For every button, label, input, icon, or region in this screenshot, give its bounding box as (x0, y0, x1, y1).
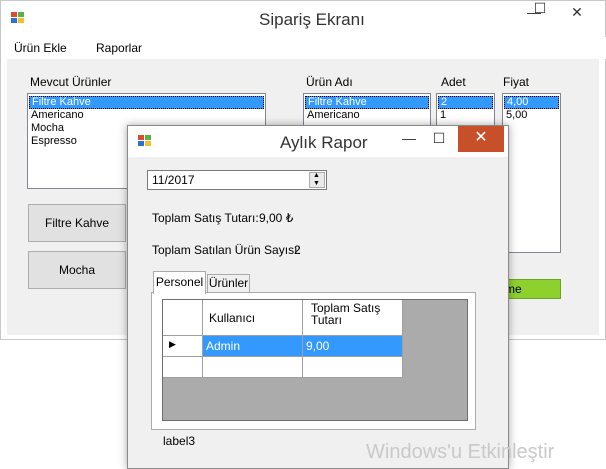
list-item[interactable]: 2 (438, 96, 493, 109)
menu-raporlar[interactable]: Raporlar (96, 37, 142, 59)
maximize-button[interactable]: ☐ (527, 0, 553, 19)
current-row-arrow-icon: ▶ (169, 339, 176, 349)
total-sales-value: 9,00 ₺ (259, 211, 294, 225)
close-button[interactable]: ✕ (564, 3, 590, 23)
popup-title-bar[interactable]: Aylık Rapor — ☐ ✕ (128, 126, 508, 157)
fiyat-list[interactable]: 4,00 5,00 (502, 93, 561, 253)
close-button[interactable]: ✕ (458, 126, 504, 152)
grid-cell-text: Admin (206, 339, 241, 353)
list-item[interactable]: Americano (28, 109, 265, 122)
mevcut-urunler-label: Mevcut Ürünler (30, 75, 112, 89)
total-count-label: Toplam Satılan Ürün Sayısı: (152, 243, 301, 257)
grid-corner-cell (163, 300, 203, 336)
minimize-button[interactable]: — (396, 129, 422, 149)
grid-header-toplam[interactable]: Toplam Satış Tutarı (303, 300, 403, 336)
main-title-bar[interactable]: Sipariş Ekranı — ☐ ✕ (1, 0, 605, 37)
grid-cell[interactable] (303, 357, 403, 378)
list-item[interactable]: 1 (437, 109, 494, 122)
column-header: Toplam Satış Tutarı (311, 301, 381, 327)
personel-grid[interactable]: Kullanıcı Toplam Satış Tutarı ▶ Admin 9,… (162, 299, 468, 421)
row-header-cell[interactable]: ▶ (163, 336, 203, 357)
month-picker-value: 11/2017 (152, 173, 195, 187)
list-item[interactable]: 4,00 (504, 96, 559, 109)
adet-label: Adet (441, 75, 466, 89)
column-header: Kullanıcı (209, 311, 256, 325)
grid-cell[interactable]: 9,00 (303, 336, 403, 357)
list-item[interactable]: Filtre Kahve (29, 96, 264, 109)
fiyat-label: Fiyat (503, 75, 530, 89)
spin-down-icon[interactable]: ▼ (313, 180, 320, 187)
activation-watermark: Windows'u Etkinleştir (366, 441, 555, 463)
main-window-title: Sipariş Ekranı (259, 10, 365, 29)
app-icon (11, 12, 25, 24)
spin-up-icon[interactable]: ▲ (313, 172, 320, 179)
aylik-rapor-window: Aylık Rapor — ☐ ✕ 11/2017 ▲ ▼ Toplam Sat… (127, 125, 509, 469)
list-item[interactable]: Americano (304, 109, 430, 122)
maximize-button[interactable]: ☐ (426, 129, 452, 149)
app-icon (138, 135, 152, 147)
mocha-button[interactable]: Mocha (28, 251, 126, 289)
spin-buttons[interactable]: ▲ ▼ (309, 172, 325, 188)
row-header-cell[interactable] (163, 357, 203, 378)
tab-personel[interactable]: Personel (153, 271, 206, 294)
menu-bar: Ürün Ekle Raporlar (2, 37, 606, 59)
grid-cell[interactable] (203, 357, 303, 378)
grid-cell[interactable]: Admin (203, 336, 303, 357)
tab-urunler[interactable]: Ürünler (207, 274, 250, 293)
popup-title: Aylık Rapor (280, 133, 368, 152)
total-count-value: 2 (294, 243, 301, 257)
list-item[interactable]: Filtre Kahve (305, 96, 429, 109)
filtre-kahve-button[interactable]: Filtre Kahve (28, 204, 126, 242)
menu-urun-ekle[interactable]: Ürün Ekle (14, 37, 67, 59)
total-sales-label: Toplam Satış Tutarı: (152, 211, 259, 225)
grid-cell-text: 9,00 (306, 339, 330, 353)
month-picker[interactable]: 11/2017 ▲ ▼ (147, 170, 327, 190)
tab-page-personel: Kullanıcı Toplam Satış Tutarı ▶ Admin 9,… (151, 292, 476, 430)
label3: label3 (163, 434, 196, 448)
urun-adi-label: Ürün Adı (306, 75, 353, 89)
list-item[interactable]: 5,00 (503, 109, 560, 122)
grid-header-kullanici[interactable]: Kullanıcı (203, 300, 303, 336)
